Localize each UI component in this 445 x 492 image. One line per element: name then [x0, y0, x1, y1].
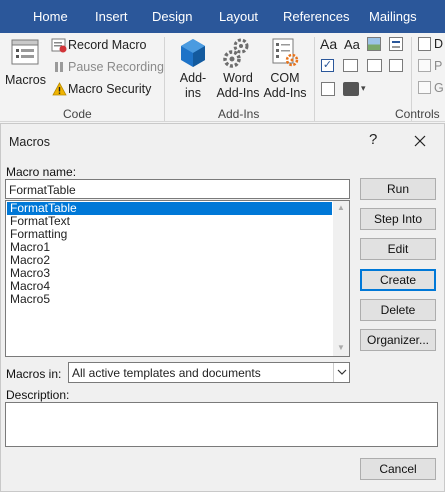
repeating-section-control-icon[interactable] [321, 82, 335, 96]
add-ins-button[interactable]: Add- ins [172, 35, 214, 105]
legacy-tools-icon[interactable] [343, 82, 359, 96]
list-item[interactable]: Formatting [7, 228, 332, 241]
add-ins-label-1: Add- [179, 71, 207, 85]
record-macro-label: Record Macro [68, 38, 147, 52]
organizer-button[interactable]: Organizer... [360, 329, 436, 351]
combo-box-control-icon[interactable] [343, 59, 358, 72]
scroll-down-icon[interactable]: ▼ [337, 343, 345, 352]
pause-icon [55, 62, 63, 72]
properties-icon [418, 59, 431, 72]
run-button[interactable]: Run [360, 178, 436, 200]
macros-button[interactable]: Macros [3, 35, 47, 105]
macros-in-select[interactable]: All active templates and documents [68, 362, 350, 383]
list-scrollbar[interactable]: ▲ ▼ [333, 201, 349, 356]
macros-icon [11, 39, 39, 65]
add-ins-group-label: Add-Ins [218, 107, 260, 121]
macros-in-label: Macros in: [6, 367, 62, 381]
description-label: Description: [6, 388, 70, 402]
pause-recording-label: Pause Recording [68, 60, 164, 74]
dialog-title: Macros [9, 135, 50, 149]
picture-control-icon[interactable] [367, 37, 381, 51]
code-group-label: Code [63, 107, 92, 121]
step-into-button[interactable]: Step Into [360, 208, 436, 230]
list-item[interactable]: Macro4 [7, 280, 332, 293]
macro-name-value: FormatTable [9, 183, 76, 197]
list-item[interactable]: Macro3 [7, 267, 332, 280]
edit-button[interactable]: Edit [360, 238, 436, 260]
tab-references[interactable]: References [283, 9, 349, 24]
word-add-ins-label-2: Add-Ins [216, 86, 260, 100]
list-item[interactable]: Macro5 [7, 293, 332, 306]
word-add-ins-label-1: Word [223, 71, 253, 85]
group-separator [164, 37, 165, 121]
ribbon-tab-bar: Home Insert Design Layout References Mai… [0, 0, 445, 33]
description-field [5, 402, 438, 447]
com-add-ins-button[interactable]: COM Add-Ins [262, 35, 308, 105]
add-ins-label-2: ins [185, 86, 201, 100]
add-ins-icon [181, 39, 205, 67]
checkbox-control-icon[interactable]: ✓ [321, 59, 334, 72]
macro-name-field[interactable]: FormatTable [5, 179, 350, 199]
scroll-up-icon[interactable]: ▲ [337, 203, 345, 212]
tab-mailings[interactable]: Mailings [369, 9, 417, 24]
chevron-down-icon[interactable] [333, 363, 349, 382]
gears-icon [223, 38, 249, 68]
properties-label-partial: P [434, 59, 443, 73]
tab-insert[interactable]: Insert [95, 9, 128, 24]
building-block-control-icon[interactable] [389, 37, 403, 51]
macro-name-label: Macro name: [6, 165, 77, 179]
list-item[interactable]: Macro1 [7, 241, 332, 254]
com-add-ins-label-2: Add-Ins [263, 86, 307, 100]
macro-security-label: Macro Security [68, 82, 152, 96]
legacy-tools-dropdown-icon[interactable]: ▾ [361, 83, 366, 94]
controls-group-label: Controls [395, 107, 440, 121]
close-button[interactable] [405, 128, 435, 154]
help-button[interactable]: ? [369, 131, 377, 148]
record-macro-button[interactable]: Record Macro [51, 36, 151, 54]
tab-layout[interactable]: Layout [219, 9, 258, 24]
tab-home[interactable]: Home [33, 9, 68, 24]
rich-text-control-button[interactable]: Aa [320, 36, 337, 52]
macros-dialog: Macros ? Macro name: FormatTable FormatT… [0, 123, 445, 492]
list-item[interactable]: Macro2 [7, 254, 332, 267]
group-separator [314, 37, 315, 121]
com-add-ins-label-1: COM [270, 71, 300, 85]
tab-design[interactable]: Design [152, 9, 192, 24]
macros-in-value: All active templates and documents [72, 366, 261, 380]
word-add-ins-button[interactable]: Word Add-Ins [214, 35, 262, 105]
group-label-partial: G [434, 81, 444, 95]
design-mode-icon[interactable] [418, 37, 431, 51]
com-add-ins-icon [272, 38, 299, 67]
warning-icon [52, 82, 67, 96]
plain-text-control-button[interactable]: Aa [344, 37, 360, 52]
cancel-button[interactable]: Cancel [360, 458, 436, 480]
delete-button[interactable]: Delete [360, 299, 436, 321]
macro-security-button[interactable]: Macro Security [51, 80, 151, 98]
date-picker-control-icon[interactable] [389, 59, 403, 72]
design-mode-label-partial: D [434, 37, 444, 51]
record-macro-icon [51, 38, 67, 53]
close-icon [414, 135, 426, 147]
macros-label: Macros [5, 73, 46, 87]
pause-recording-button: Pause Recording [51, 58, 164, 76]
dropdown-list-control-icon[interactable] [367, 59, 382, 72]
ribbon: Macros Record Macro Pause Recording Macr… [0, 33, 445, 122]
group-icon [418, 81, 431, 94]
create-button[interactable]: Create [360, 269, 436, 291]
macro-list[interactable]: FormatTable FormatText Formatting Macro1… [5, 200, 350, 357]
